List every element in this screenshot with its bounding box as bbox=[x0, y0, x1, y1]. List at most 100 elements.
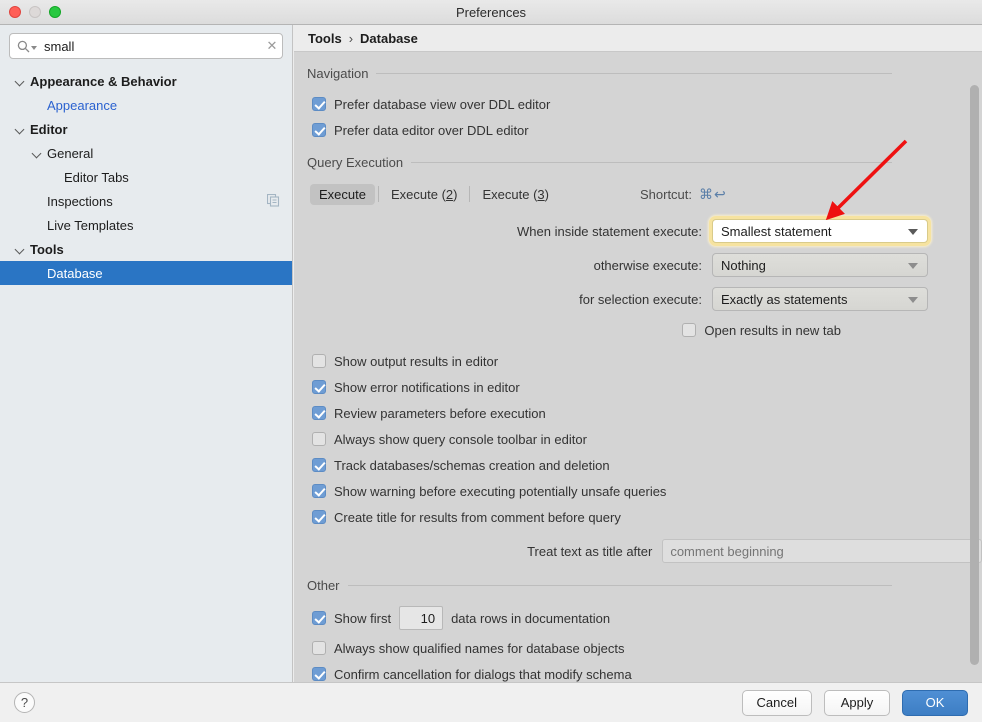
other-group-header: Other bbox=[307, 578, 892, 593]
checkbox[interactable] bbox=[312, 458, 326, 472]
shortcut-keys: ⌘↩ bbox=[699, 185, 727, 202]
title-after-input[interactable] bbox=[662, 539, 982, 563]
cancel-button[interactable]: Cancel bbox=[741, 689, 812, 716]
chevron-down-icon[interactable] bbox=[14, 75, 27, 88]
chevron-down-icon[interactable] bbox=[908, 297, 918, 303]
tab-separator bbox=[469, 186, 471, 202]
title-bar: Preferences bbox=[0, 0, 982, 25]
sidebar-item-label: Appearance bbox=[47, 97, 118, 113]
combo-inside-statement[interactable]: Smallest statement bbox=[712, 219, 928, 243]
checkbox-row[interactable]: Track databases/schemas creation and del… bbox=[312, 454, 982, 476]
checkbox-row[interactable]: Show warning before executing potentiall… bbox=[312, 480, 982, 502]
group-divider bbox=[376, 73, 892, 74]
show-first-suffix-label: data rows in documentation bbox=[451, 610, 611, 626]
tab-execute-2[interactable]: Execute (2) bbox=[382, 184, 467, 205]
sidebar-item-editor[interactable]: Editor bbox=[0, 117, 292, 141]
tab-execute[interactable]: Execute bbox=[310, 183, 375, 205]
title-after-label: Treat text as title after bbox=[527, 543, 653, 559]
group-divider bbox=[347, 585, 892, 586]
open-results-new-tab-row[interactable]: Open results in new tab bbox=[294, 318, 841, 342]
search-box[interactable]: ✕ bbox=[9, 33, 283, 59]
breadcrumb-leaf: Database bbox=[360, 30, 418, 46]
checkbox-label: Prefer data editor over DDL editor bbox=[334, 122, 529, 138]
combo-label: for selection execute: bbox=[579, 291, 702, 307]
checkbox[interactable] bbox=[312, 123, 326, 137]
checkbox-row[interactable]: Always show query console toolbar in edi… bbox=[312, 428, 982, 450]
combo-label: otherwise execute: bbox=[593, 257, 702, 273]
apply-button[interactable]: Apply bbox=[824, 689, 890, 716]
search-container: ✕ bbox=[0, 25, 292, 59]
sidebar-item-label: Editor Tabs bbox=[64, 169, 129, 185]
content-scrollbar[interactable] bbox=[970, 85, 979, 675]
combo-value: Nothing bbox=[721, 257, 766, 273]
sidebar-item-label: General bbox=[47, 145, 94, 161]
show-first-rows-row: Show first data rows in documentation bbox=[312, 605, 982, 631]
checkbox[interactable] bbox=[312, 432, 326, 446]
combo-label: When inside statement execute: bbox=[517, 223, 702, 239]
sidebar-item-label: Live Templates bbox=[47, 217, 134, 233]
combo-value: Smallest statement bbox=[721, 223, 832, 239]
combo-selection[interactable]: Exactly as statements bbox=[712, 287, 928, 311]
sidebar-item-appearance-behavior[interactable]: Appearance & Behavior bbox=[0, 69, 292, 93]
shortcut-label: Shortcut: bbox=[639, 186, 693, 202]
query-execution-group-header: Query Execution bbox=[307, 155, 892, 170]
help-button[interactable]: ? bbox=[14, 692, 35, 713]
navigation-group-header: Navigation bbox=[307, 66, 892, 81]
chevron-down-icon[interactable] bbox=[14, 243, 27, 256]
execute-tab-bar: Execute Execute (2) Execute (3) Shortcut: … bbox=[310, 182, 982, 206]
sidebar-item-appearance[interactable]: Appearance bbox=[0, 93, 292, 117]
sidebar-item-database[interactable]: Database bbox=[0, 261, 292, 285]
open-results-new-tab-label: Open results in new tab bbox=[704, 322, 841, 338]
show-first-prefix-label: Show first bbox=[334, 610, 392, 626]
chevron-down-icon[interactable] bbox=[908, 263, 918, 269]
chevron-down-icon[interactable] bbox=[31, 147, 44, 160]
combo-row: When inside statement execute: Smallest s… bbox=[294, 216, 982, 246]
checkbox-label: Confirm cancellation for dialogs that mo… bbox=[334, 666, 632, 682]
checkbox-row[interactable]: Create title for results from comment be… bbox=[312, 506, 982, 528]
checkbox[interactable] bbox=[312, 97, 326, 111]
scrollbar-thumb[interactable] bbox=[970, 85, 979, 665]
query-execution-group-title: Query Execution bbox=[307, 155, 404, 170]
checkbox[interactable] bbox=[312, 510, 326, 524]
checkbox[interactable] bbox=[312, 380, 326, 394]
checkbox-row[interactable]: Show output results in editor bbox=[312, 350, 982, 372]
tab-execute-3[interactable]: Execute (3) bbox=[473, 184, 558, 205]
sidebar-item-general[interactable]: General bbox=[0, 141, 292, 165]
checkbox-row[interactable]: Review parameters before execution bbox=[312, 402, 982, 424]
sidebar-item-label: Database bbox=[47, 265, 103, 281]
checkbox-row[interactable]: Show error notifications in editor bbox=[312, 376, 982, 398]
breadcrumb: Tools › Database bbox=[294, 25, 982, 52]
checkbox[interactable] bbox=[312, 354, 326, 368]
copy-icon[interactable] bbox=[266, 193, 280, 207]
open-results-new-tab-checkbox[interactable] bbox=[682, 323, 697, 337]
navigation-checkbox-list: Prefer database view over DDL editor Pref… bbox=[294, 93, 982, 141]
combo-otherwise[interactable]: Nothing bbox=[712, 253, 928, 277]
sidebar-item-label: Editor bbox=[30, 121, 68, 137]
checkbox[interactable] bbox=[312, 484, 326, 498]
checkbox-label: Create title for results from comment be… bbox=[334, 509, 621, 525]
combo-value: Exactly as statements bbox=[721, 291, 848, 307]
breadcrumb-root[interactable]: Tools bbox=[308, 31, 342, 46]
checkbox-row[interactable]: Always show qualified names for database… bbox=[312, 637, 982, 659]
other-checkbox-list: Always show qualified names for database… bbox=[294, 637, 982, 682]
sidebar-item-tools[interactable]: Tools bbox=[0, 237, 292, 261]
checkbox-row[interactable]: Prefer database view over DDL editor bbox=[312, 93, 982, 115]
sidebar-item-inspections[interactable]: Inspections bbox=[0, 189, 292, 213]
chevron-down-icon[interactable] bbox=[908, 229, 918, 235]
checkbox[interactable] bbox=[312, 667, 326, 681]
checkbox[interactable] bbox=[312, 641, 326, 655]
show-first-rows-checkbox[interactable] bbox=[312, 611, 326, 625]
chevron-down-icon[interactable] bbox=[14, 123, 27, 136]
checkbox-row[interactable]: Confirm cancellation for dialogs that mo… bbox=[312, 663, 982, 682]
ok-button[interactable]: OK bbox=[902, 689, 968, 716]
show-first-count-input[interactable] bbox=[399, 606, 444, 630]
checkbox-label: Prefer database view over DDL editor bbox=[334, 96, 551, 112]
sidebar-item-live-templates[interactable]: Live Templates bbox=[0, 213, 292, 237]
clear-search-icon[interactable]: ✕ bbox=[262, 34, 282, 58]
checkbox-row[interactable]: Prefer data editor over DDL editor bbox=[312, 119, 982, 141]
search-input[interactable] bbox=[44, 34, 262, 58]
search-icon[interactable] bbox=[17, 40, 37, 53]
checkbox[interactable] bbox=[312, 406, 326, 420]
execute-combo-list: When inside statement execute: Smallest s… bbox=[294, 216, 982, 314]
sidebar-item-editor-tabs[interactable]: Editor Tabs bbox=[0, 165, 292, 189]
